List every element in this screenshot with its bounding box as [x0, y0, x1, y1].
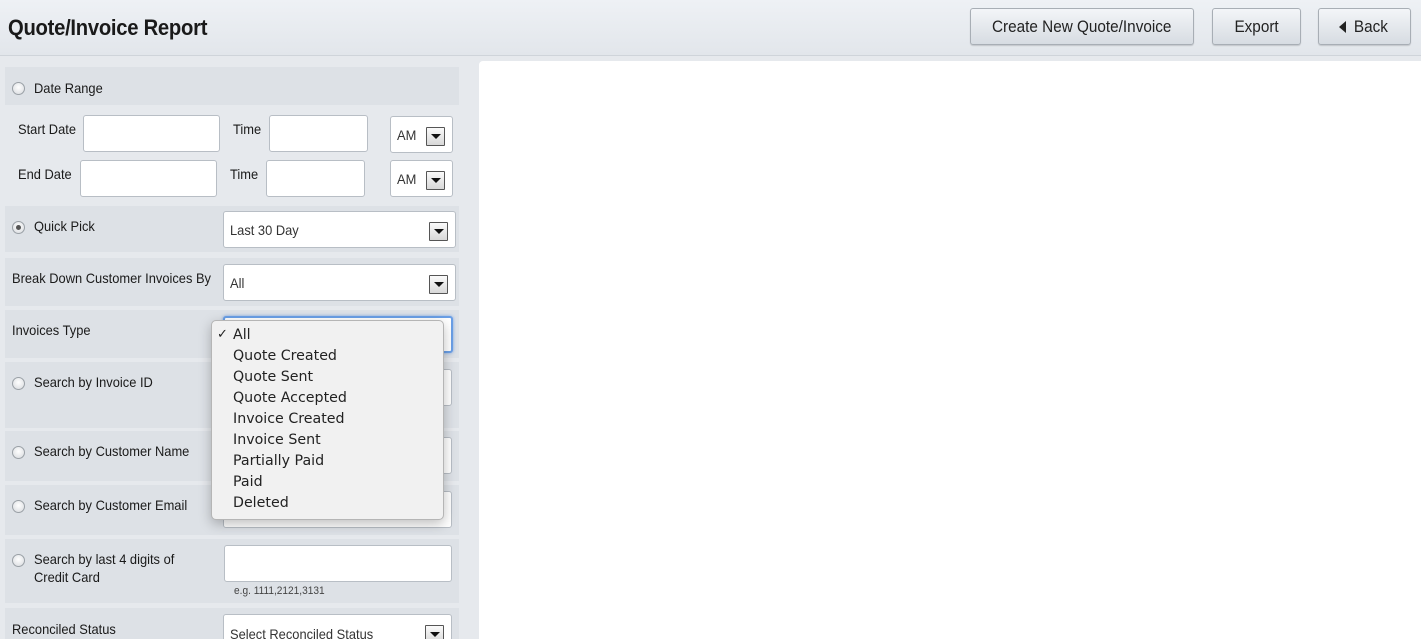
customer-name-radio[interactable] [12, 446, 25, 459]
chevron-down-icon [429, 222, 448, 241]
report-content-area [479, 61, 1421, 639]
dropdown-option-label: Quote Created [233, 348, 337, 364]
end-date-label: End Date [18, 166, 72, 182]
dropdown-option[interactable]: Deleted [212, 493, 443, 514]
end-date-input[interactable] [80, 160, 217, 197]
invoices-type-label: Invoices Type [12, 322, 91, 338]
chevron-down-icon [429, 275, 448, 294]
end-time-input[interactable] [266, 160, 365, 197]
customer-email-label: Search by Customer Email [34, 497, 188, 513]
back-arrow-icon [1339, 20, 1347, 33]
dropdown-option-label: All [233, 327, 251, 343]
date-range-section: Date Range [5, 67, 459, 105]
header-bar: Quote/Invoice Report Create New Quote/In… [0, 0, 1421, 56]
reconciled-label: Reconciled Status [12, 621, 116, 637]
invoice-id-radio[interactable] [12, 377, 25, 390]
chevron-down-icon [426, 127, 445, 146]
checkmark-icon: ✓ [217, 327, 228, 342]
credit-card-label-line2: Credit Card [34, 569, 100, 585]
date-range-radio[interactable] [12, 82, 25, 95]
dropdown-option[interactable]: Invoice Created [212, 409, 443, 430]
chevron-down-icon [426, 171, 445, 190]
create-button-label: Create New Quote/Invoice [992, 16, 1172, 36]
breakdown-label: Break Down Customer Invoices By [12, 270, 212, 286]
end-ampm-select[interactable]: AM [390, 160, 453, 197]
reconciled-section: Reconciled Status Select Reconciled Stat… [5, 608, 459, 639]
credit-card-section: Search by last 4 digits of Credit Card e… [5, 539, 459, 603]
reconciled-placeholder: Select Reconciled Status [230, 626, 374, 639]
credit-card-label-line1: Search by last 4 digits of [34, 551, 175, 567]
quick-pick-label: Quick Pick [34, 218, 95, 234]
breakdown-section: Break Down Customer Invoices By All [5, 258, 459, 306]
credit-card-hint: e.g. 1111,2121,3131 [234, 585, 325, 597]
dropdown-option-label: Paid [233, 474, 263, 490]
dropdown-option-label: Invoice Sent [233, 432, 321, 448]
start-date-label: Start Date [18, 121, 76, 137]
dropdown-option[interactable]: ✓ All [212, 325, 443, 346]
dropdown-option-label: Invoice Created [233, 411, 345, 427]
invoices-type-dropdown-list: ✓ All Quote Created Quote Sent Quote Acc… [211, 320, 444, 520]
breakdown-select[interactable]: All [223, 264, 456, 301]
dropdown-option-label: Quote Accepted [233, 390, 347, 406]
dropdown-option[interactable]: Partially Paid [212, 451, 443, 472]
page-title: Quote/Invoice Report [8, 15, 208, 40]
quick-pick-value: Last 30 Day [230, 222, 299, 238]
dropdown-option[interactable]: Quote Sent [212, 367, 443, 388]
breakdown-value: All [230, 275, 245, 291]
start-time-label: Time [233, 121, 262, 137]
customer-name-label: Search by Customer Name [34, 443, 190, 459]
date-range-label: Date Range [34, 80, 103, 96]
start-time-input[interactable] [269, 115, 368, 152]
end-ampm-value: AM [397, 171, 417, 187]
customer-email-radio[interactable] [12, 500, 25, 513]
export-button[interactable]: Export [1212, 8, 1301, 45]
create-quote-invoice-button[interactable]: Create New Quote/Invoice [970, 8, 1194, 45]
back-button-label: Back [1353, 16, 1389, 36]
dropdown-option[interactable]: Quote Created [212, 346, 443, 367]
credit-card-radio[interactable] [12, 554, 25, 567]
quick-pick-section: Quick Pick Last 30 Day [5, 206, 459, 252]
dropdown-option-label: Deleted [233, 495, 289, 511]
reconciled-select[interactable]: Select Reconciled Status [223, 614, 452, 639]
credit-card-input[interactable] [224, 545, 452, 582]
dropdown-option[interactable]: Invoice Sent [212, 430, 443, 451]
dropdown-option-label: Partially Paid [233, 453, 325, 469]
export-button-label: Export [1234, 16, 1279, 36]
invoice-id-label: Search by Invoice ID [34, 374, 153, 390]
quick-pick-radio[interactable] [12, 221, 25, 234]
dropdown-option[interactable]: Paid [212, 472, 443, 493]
end-time-label: Time [230, 166, 259, 182]
back-button[interactable]: Back [1318, 8, 1411, 45]
chevron-down-icon [425, 625, 444, 639]
start-ampm-value: AM [397, 127, 417, 143]
start-date-input[interactable] [83, 115, 220, 152]
quick-pick-select[interactable]: Last 30 Day [223, 211, 456, 248]
start-ampm-select[interactable]: AM [390, 116, 453, 153]
dropdown-option-label: Quote Sent [233, 369, 314, 385]
dropdown-option[interactable]: Quote Accepted [212, 388, 443, 409]
